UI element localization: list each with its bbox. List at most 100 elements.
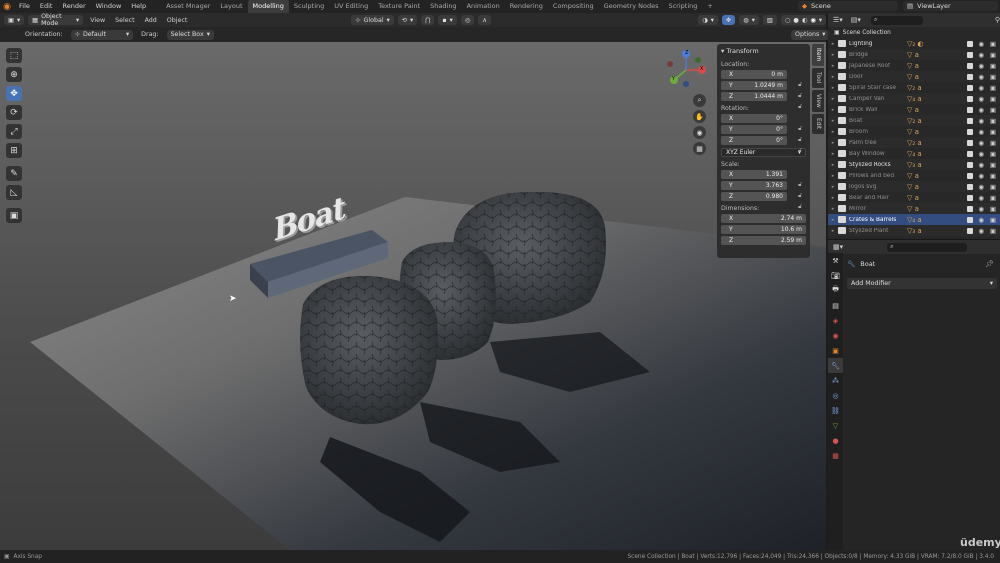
eye-icon[interactable]: ◉ bbox=[978, 227, 984, 235]
proportional-edit-toggle[interactable]: ◎ bbox=[460, 15, 475, 25]
texture-tab-icon[interactable]: ▦ bbox=[828, 448, 843, 463]
expand-chevron-icon[interactable]: ▸ bbox=[828, 118, 838, 124]
outliner-row[interactable]: ▸ Bear and Hair ▽ a ◉ ▣ bbox=[828, 192, 1000, 203]
camera-icon[interactable]: ▣ bbox=[990, 205, 996, 213]
eye-icon[interactable]: ◉ bbox=[978, 194, 984, 202]
rotation-mode-dropdown[interactable]: XYZ Euler ▾ bbox=[721, 148, 806, 157]
expand-chevron-icon[interactable]: ▸ bbox=[828, 184, 838, 190]
eye-icon[interactable]: ◉ bbox=[978, 139, 984, 147]
tab-scripting[interactable]: Scripting bbox=[663, 0, 702, 13]
tab-tool[interactable]: Tool bbox=[812, 68, 824, 88]
eye-icon[interactable]: ◉ bbox=[978, 117, 984, 125]
outliner-row[interactable]: ▸ Pillows and bed ▽ a ◉ ▣ bbox=[828, 170, 1000, 181]
particles-tab-icon[interactable]: ⁂ bbox=[828, 373, 843, 388]
outliner-row[interactable]: ▸ Mirror ▽ a ◉ ▣ bbox=[828, 203, 1000, 214]
options-dropdown[interactable]: Options ▾ bbox=[791, 29, 830, 40]
tab-geometry-nodes[interactable]: Geometry Nodes bbox=[599, 0, 664, 13]
tab-rendering[interactable]: Rendering bbox=[505, 0, 548, 13]
camera-icon[interactable]: ▣ bbox=[990, 106, 996, 114]
lock-icon[interactable]: 🔓︎ bbox=[798, 203, 802, 211]
camera-icon[interactable]: ▣ bbox=[990, 227, 996, 235]
menu-render[interactable]: Render bbox=[57, 0, 90, 13]
camera-icon[interactable]: ▣ bbox=[990, 40, 996, 48]
menu-select[interactable]: Select bbox=[112, 17, 137, 24]
outliner-row[interactable]: ▸ Palm tree ▽₂ a ◉ ▣ bbox=[828, 137, 1000, 148]
blender-logo-icon[interactable]: ◉ bbox=[0, 0, 14, 13]
rotation-y-field[interactable]: Y 0° bbox=[721, 125, 787, 134]
camera-icon[interactable]: ▣ bbox=[990, 62, 996, 70]
outliner-row[interactable]: ▸ Bridge ▽ a ◉ ▣ bbox=[828, 49, 1000, 60]
expand-chevron-icon[interactable]: ▸ bbox=[828, 63, 838, 69]
exclude-checkbox[interactable] bbox=[967, 73, 973, 80]
tab-sculpting[interactable]: Sculpting bbox=[289, 0, 329, 13]
lock-icon[interactable]: 🔓︎ bbox=[798, 103, 802, 111]
expand-chevron-icon[interactable]: ▸ bbox=[828, 96, 838, 102]
tool-tab-icon[interactable]: ⚒ bbox=[828, 253, 843, 268]
tab-compositing[interactable]: Compositing bbox=[548, 0, 599, 13]
camera-icon[interactable]: ▣ bbox=[990, 117, 996, 125]
tab-modelling[interactable]: Modelling bbox=[247, 0, 289, 13]
menu-edit[interactable]: Edit bbox=[35, 0, 58, 13]
world-tab-icon[interactable]: ◉ bbox=[828, 328, 843, 343]
camera-icon[interactable]: ▣ bbox=[990, 84, 996, 92]
scene-tab-icon[interactable]: ◈ bbox=[828, 313, 843, 328]
move-tool-icon[interactable]: ✥ bbox=[6, 86, 22, 101]
scene-selector[interactable]: ◆ Scene bbox=[798, 1, 898, 11]
tab-item[interactable]: Item bbox=[812, 44, 824, 66]
modifier-tab-icon[interactable]: 🔧︎ bbox=[828, 358, 843, 373]
transform-orientation-dropdown[interactable]: ⊹ Global ▾ bbox=[351, 15, 394, 25]
eye-icon[interactable]: ◉ bbox=[978, 62, 984, 70]
menu-view[interactable]: View bbox=[87, 17, 108, 24]
expand-chevron-icon[interactable]: ▸ bbox=[828, 228, 838, 234]
camera-icon[interactable]: ▣ bbox=[990, 150, 996, 158]
outliner-row[interactable]: ▸ Lighting ▽₂ ◐ ◉ ▣ bbox=[828, 38, 1000, 49]
lock-icon[interactable]: 🔓︎ bbox=[798, 147, 802, 155]
gizmo-toggle[interactable]: ✥ bbox=[721, 15, 736, 25]
menu-add[interactable]: Add bbox=[142, 17, 160, 24]
camera-view-icon[interactable]: ◉ bbox=[693, 126, 706, 139]
properties-search-input[interactable]: ⌕ bbox=[887, 242, 968, 252]
transform-tool-icon[interactable]: ⊞ bbox=[6, 143, 22, 158]
properties-editor-icon[interactable]: ▦▾ bbox=[833, 243, 843, 251]
exclude-checkbox[interactable] bbox=[967, 117, 973, 124]
drag-dropdown[interactable]: Select Box ▾ bbox=[166, 29, 214, 40]
expand-chevron-icon[interactable]: ▸ bbox=[828, 107, 838, 113]
material-shading-icon[interactable]: ◐ bbox=[802, 17, 808, 24]
output-tab-icon[interactable]: 🖶︎ bbox=[828, 283, 843, 298]
scene-collection-row[interactable]: ▣ Scene Collection bbox=[828, 27, 1000, 38]
physics-tab-icon[interactable]: ◎ bbox=[828, 388, 843, 403]
exclude-checkbox[interactable] bbox=[967, 172, 973, 179]
rotate-tool-icon[interactable]: ⟳ bbox=[6, 105, 22, 120]
filter-funnel-icon[interactable]: ⚲ bbox=[995, 16, 1000, 24]
outliner-row[interactable]: ▸ Spiral Stair case ▽₂ a ◉ ▣ bbox=[828, 82, 1000, 93]
exclude-checkbox[interactable] bbox=[967, 194, 973, 201]
eye-icon[interactable]: ◉ bbox=[978, 183, 984, 191]
expand-chevron-icon[interactable]: ▸ bbox=[828, 85, 838, 91]
add-workspace-button[interactable]: + bbox=[702, 0, 717, 13]
menu-file[interactable]: File bbox=[14, 0, 35, 13]
view-layer-tab-icon[interactable]: ▤ bbox=[828, 298, 843, 313]
outliner-row[interactable]: ▸ Camper Van ▽₄ a ◉ ▣ bbox=[828, 93, 1000, 104]
expand-chevron-icon[interactable]: ▸ bbox=[828, 173, 838, 179]
menu-object[interactable]: Object bbox=[164, 17, 191, 24]
3d-viewport[interactable]: Boat ➤ ⬚ ⊕ ✥ ⟳ ⤢ ⊞ ✎ ◺ ▣ X Y Z ⌕ ✋ ◉ ▦ bbox=[0, 42, 826, 550]
snap-toggle[interactable]: ⋂ bbox=[421, 15, 435, 25]
constraints-tab-icon[interactable]: ⛓ bbox=[828, 403, 843, 418]
tab-asset-manager[interactable]: Asset Mnager bbox=[161, 0, 215, 13]
outliner-row[interactable]: ▸ Brick Wall ▽ a ◉ ▣ bbox=[828, 104, 1000, 115]
expand-chevron-icon[interactable]: ▸ bbox=[828, 41, 838, 47]
expand-chevron-icon[interactable]: ▸ bbox=[828, 162, 838, 168]
tab-uv-editing[interactable]: UV Editing bbox=[329, 0, 373, 13]
add-modifier-dropdown[interactable]: Add Modifier ▾ bbox=[847, 278, 997, 289]
outliner-row[interactable]: ▸ Door ▽ a ◉ ▣ bbox=[828, 71, 1000, 82]
falloff-dropdown[interactable]: ∧ bbox=[478, 15, 491, 25]
exclude-checkbox[interactable] bbox=[967, 161, 973, 168]
wireframe-shading-icon[interactable]: ○ bbox=[785, 17, 791, 24]
exclude-checkbox[interactable] bbox=[967, 106, 973, 113]
rendered-shading-icon[interactable]: ◉ bbox=[810, 17, 816, 24]
expand-chevron-icon[interactable]: ▸ bbox=[828, 217, 838, 223]
menu-help[interactable]: Help bbox=[126, 0, 151, 13]
exclude-checkbox[interactable] bbox=[967, 205, 973, 212]
rotation-z-field[interactable]: Z 0° bbox=[721, 136, 787, 145]
pan-hand-icon[interactable]: ✋ bbox=[693, 110, 706, 123]
